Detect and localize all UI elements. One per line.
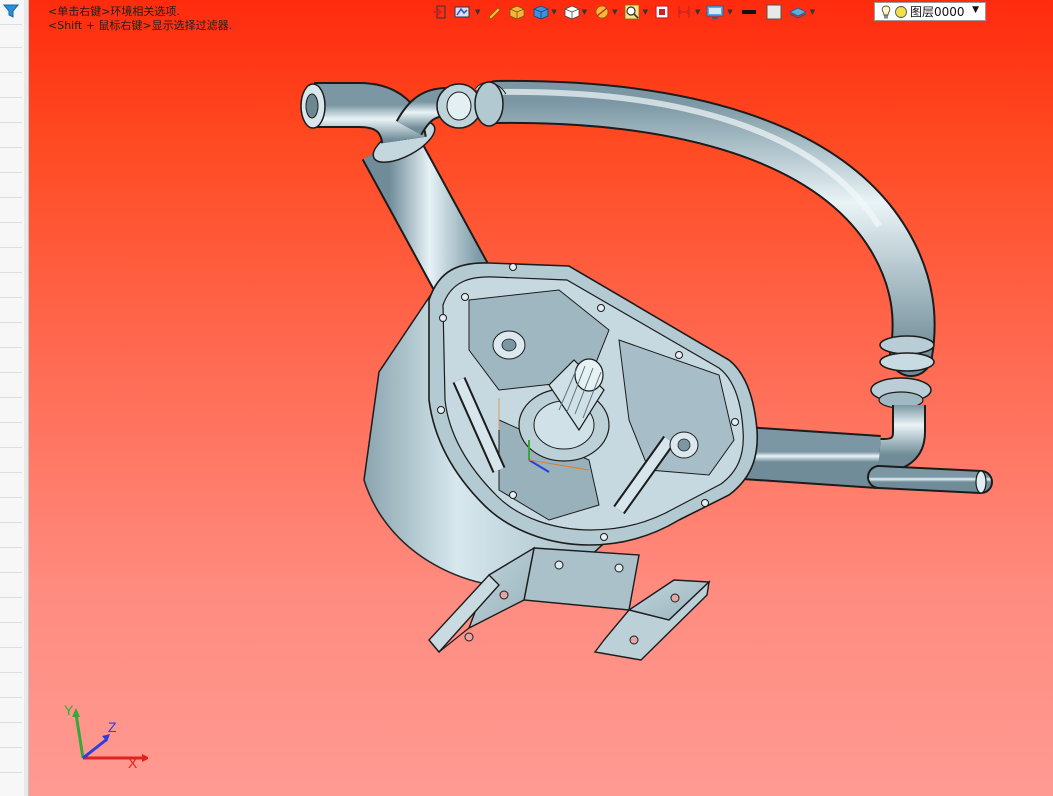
left-panel-strip [0, 0, 25, 796]
panel-divider [0, 522, 22, 523]
panel-divider [0, 347, 22, 348]
triad-x-label: X [128, 755, 138, 770]
panel-divider [0, 647, 22, 648]
panel-divider [0, 47, 22, 48]
panel-divider [0, 297, 22, 298]
panel-divider [0, 597, 22, 598]
panel-divider [0, 322, 22, 323]
panel-divider [0, 547, 22, 548]
panel-divider [0, 772, 22, 773]
panel-divider [0, 447, 22, 448]
panel-divider [0, 422, 22, 423]
panel-divider [0, 622, 22, 623]
panel-divider [0, 72, 22, 73]
panel-divider [0, 197, 22, 198]
panel-divider [0, 372, 22, 373]
panel-divider [0, 722, 22, 723]
panel-divider [0, 247, 22, 248]
panel-divider [0, 222, 22, 223]
panel-divider [0, 497, 22, 498]
panel-divider [0, 122, 22, 123]
panel-divider [0, 472, 22, 473]
filter-icon[interactable] [1, 1, 21, 21]
panel-divider [0, 747, 22, 748]
view-triad[interactable]: Y Z X [58, 700, 150, 774]
panel-divider [0, 572, 22, 573]
triad-z-label: Z [108, 719, 117, 735]
panel-divider [0, 147, 22, 148]
cad-model[interactable] [29, 0, 1053, 796]
panel-divider [0, 172, 22, 173]
panel-divider [0, 272, 22, 273]
graphics-viewport[interactable]: <单击右键>环境相关选项. <Shift + 鼠标右键>显示选择过滤器. ▼ ▼… [29, 0, 1053, 796]
panel-divider [0, 24, 22, 25]
panel-divider [0, 397, 22, 398]
triad-y-label: Y [64, 702, 74, 718]
panel-divider [0, 97, 22, 98]
panel-divider [0, 697, 22, 698]
panel-divider [0, 672, 22, 673]
